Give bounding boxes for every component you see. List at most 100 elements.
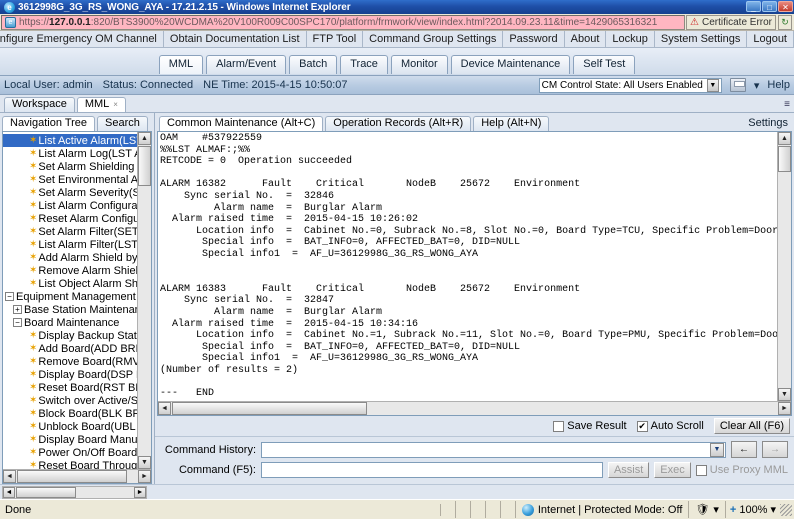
scroll-left-button[interactable]: ◄ [3,470,16,483]
tree-item[interactable]: ✶Set Environmental Alarm Parame [3,173,137,186]
close-icon[interactable]: × [113,100,118,109]
scroll-down-button[interactable]: ▼ [138,456,151,469]
history-back-button[interactable]: ← [731,441,757,458]
tree-vscroll-thumb[interactable] [138,146,151,186]
tree-item[interactable]: ✶Power On/Off Board(OPR BRD [3,446,137,459]
tree-item[interactable]: ✶List Object Alarm Shield(LST OBJ [3,277,137,290]
menu-about[interactable]: About [564,31,606,47]
auto-scroll-checkbox[interactable]: ✔ [637,421,648,432]
help-link[interactable]: Help [767,79,790,91]
protected-mode-arrow-icon[interactable]: ▾ [713,503,719,516]
tab-trace[interactable]: Trace [340,55,388,74]
history-forward-button[interactable]: → [762,441,788,458]
menu-system-settings[interactable]: System Settings [654,31,746,47]
assist-button[interactable]: Assist [608,462,649,478]
security-zone[interactable]: Internet | Protected Mode: Off [516,501,690,518]
collapse-toggle-icon[interactable]: − [5,292,14,301]
tree-item[interactable]: ✶Switch over Active/Standby B [3,394,137,407]
tree-item[interactable]: ✶Set Alarm Severity(SET ALMLVL) [3,186,137,199]
menu-ftp-tool[interactable]: FTP Tool [306,31,363,47]
tab-monitor[interactable]: Monitor [391,55,448,74]
tree-item[interactable]: ✶Display Board Manufacturing Ir [3,433,137,446]
tree-item[interactable]: −Equipment Management [3,290,137,303]
tab-navigation-tree[interactable]: Navigation Tree [2,116,95,131]
console-output[interactable]: OAM #537922559 %%LST ALMAF:;%% RETCODE =… [157,131,792,416]
tree-item[interactable]: +Base Station Maintenance [3,303,137,316]
maximize-button[interactable]: □ [762,1,777,12]
tree-item[interactable]: ✶List Alarm Log(LST ALMLOG) [3,147,137,160]
tree-item[interactable]: ✶List Alarm Filter(LST ALMFILTER) [3,238,137,251]
menu-logout[interactable]: Logout [746,31,794,47]
tree-item[interactable]: ✶Add Board(ADD BRD) [3,342,137,355]
tree-item[interactable]: ✶Display Backup Status(DSP BKP [3,329,137,342]
page-hscroll-thumb[interactable] [16,487,76,498]
protected-mode-indicator[interactable]: 🛡 ▾ [689,501,726,518]
scroll-down-button[interactable]: ▼ [778,388,791,401]
menu-obtain-documentation-list[interactable]: Obtain Documentation List [163,31,306,47]
tree-item[interactable]: ✶Remove Board(RMV BRD) [3,355,137,368]
resize-grip[interactable] [780,504,792,516]
zoom-arrow-icon[interactable]: ▾ [770,503,776,516]
tree-item[interactable]: ✶Reset Board Through Power-c [3,459,137,469]
tree-item[interactable]: ✶Set Alarm Shielding Flag(SET ALM [3,160,137,173]
tab-common-maintenance[interactable]: Common Maintenance (Alt+C) [159,116,323,131]
close-button[interactable]: ✕ [778,1,793,12]
settings-link[interactable]: Settings [748,117,788,129]
tree-item[interactable]: ✶List Alarm Configuration(LST ALM [3,199,137,212]
tree-item[interactable]: ✶Block Board(BLK BRD) [3,407,137,420]
workspace-tab-mml[interactable]: MML× [77,97,126,112]
tree-vertical-scrollbar[interactable]: ▲ ▼ [137,132,151,469]
tree-item[interactable]: ✶Reset Alarm Configuration(RST A [3,212,137,225]
tree-item[interactable]: ✶Set Alarm Filter(SET ALMFILTER) [3,225,137,238]
refresh-icon[interactable]: ↻ [778,15,792,30]
scroll-up-button[interactable]: ▲ [138,132,151,145]
print-icon[interactable] [730,78,746,92]
tree-hscroll-thumb[interactable] [17,470,127,483]
menu-configure-emergency-om-channel[interactable]: Configure Emergency OM Channel [0,31,163,47]
certificate-error-button[interactable]: ⚠ Certificate Error [686,15,776,30]
command-input[interactable] [261,462,603,478]
tab-operation-records[interactable]: Operation Records (Alt+R) [325,116,471,131]
workspace-menu-icon[interactable]: ≡ [784,99,790,110]
tab-device-maintenance[interactable]: Device Maintenance [451,55,571,74]
console-hscroll-thumb[interactable] [172,402,367,415]
console-vscroll-thumb[interactable] [778,146,791,172]
save-result-checkbox[interactable] [553,421,564,432]
menu-command-group-settings[interactable]: Command Group Settings [362,31,502,47]
console-vertical-scrollbar[interactable]: ▲ ▼ [777,132,791,401]
scroll-up-button[interactable]: ▲ [778,132,791,145]
page-horizontal-scrollbar[interactable]: ◄ ► [0,484,794,499]
tree-item[interactable]: ✶Unblock Board(UBL BRD) [3,420,137,433]
save-result-checkbox-group[interactable]: Save Result [553,420,626,432]
zoom-control[interactable]: + 100% ▾ [726,503,780,516]
tree-item[interactable]: ✶Reset Board(RST BRD) [3,381,137,394]
tab-help[interactable]: Help (Alt+N) [473,116,549,131]
chevron-down-icon[interactable]: ▼ [707,79,719,92]
tree-item[interactable]: ✶Add Alarm Shield by Object Type [3,251,137,264]
tree-item[interactable]: ✶Remove Alarm Shield by Object [3,264,137,277]
scroll-right-button[interactable]: ► [138,470,151,483]
clear-all-button[interactable]: Clear All (F6) [714,418,790,434]
menu-lockup[interactable]: Lockup [605,31,653,47]
collapse-toggle-icon[interactable]: − [13,318,22,327]
exec-button[interactable]: Exec [654,462,690,478]
scroll-left-button[interactable]: ◄ [158,402,171,415]
scroll-left-button[interactable]: ◄ [3,487,15,498]
tab-mml[interactable]: MML [159,55,203,74]
command-history-select[interactable]: ▼ [261,442,726,458]
tab-batch[interactable]: Batch [289,55,337,74]
tree-item[interactable]: −Board Maintenance [3,316,137,329]
tab-self-test[interactable]: Self Test [573,55,635,74]
cm-control-state-select[interactable]: CM Control State: All Users Enabled ▼ [539,78,722,93]
use-proxy-mml-checkbox[interactable] [696,465,707,476]
workspace-tab-workspace[interactable]: Workspace [4,97,75,112]
tab-search[interactable]: Search [97,116,148,131]
console-horizontal-scrollbar[interactable]: ◄ ► [158,401,791,415]
tree-horizontal-scrollbar[interactable]: ◄ ► [3,469,151,483]
expand-toggle-icon[interactable]: + [13,305,22,314]
menu-password[interactable]: Password [502,31,563,47]
chevron-down-icon[interactable]: ▼ [710,443,724,457]
auto-scroll-checkbox-group[interactable]: ✔ Auto Scroll [637,420,704,432]
print-dropdown-arrow-icon[interactable]: ▾ [754,79,760,92]
page-hscroll-track[interactable]: ◄ ► [2,486,147,499]
